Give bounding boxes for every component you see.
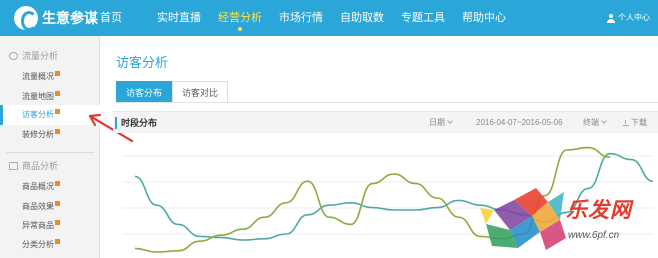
sidebar-item-label: 流量概况 bbox=[22, 72, 54, 81]
new-badge bbox=[55, 201, 60, 206]
top-nav-bar: 生意参谋 首页 实时直播 经营分析 市场行情 自助取数 专题工具 帮助中心 个人… bbox=[0, 0, 658, 36]
box-icon bbox=[9, 162, 18, 170]
sidebar-item-label: 商品效果 bbox=[22, 202, 54, 211]
download-label: 下载 bbox=[631, 118, 647, 127]
sidebar-item-product-overview[interactable]: 商品概况 bbox=[0, 177, 100, 197]
new-badge bbox=[55, 239, 60, 244]
new-badge bbox=[55, 109, 60, 114]
sidebar-item-product-effect[interactable]: 商品效果 bbox=[0, 197, 100, 217]
user-menu[interactable]: 个人中心 bbox=[607, 0, 650, 36]
sidebar: 流量分析 流量概况 流量地图 访客分析 装修分析 商品分析 商品概况 商品效果 … bbox=[0, 36, 100, 258]
tab-divider bbox=[116, 102, 658, 103]
device-selector[interactable]: 终端 bbox=[583, 112, 607, 134]
tab-visitor-comparison[interactable]: 访客对比 bbox=[172, 81, 229, 103]
sidebar-group-label: 商品分析 bbox=[22, 161, 59, 171]
sidebar-item-category-analysis[interactable]: 分类分析 bbox=[0, 235, 100, 255]
download-icon bbox=[623, 120, 629, 126]
user-icon bbox=[607, 13, 615, 23]
sidebar-item-traffic-map[interactable]: 流量地图 bbox=[0, 87, 100, 107]
main-nav: 首页 实时直播 经营分析 市场行情 自助取数 专题工具 帮助中心 bbox=[100, 0, 506, 36]
user-menu-label: 个人中心 bbox=[618, 13, 650, 22]
watermark-url: www.6pf.cn bbox=[568, 230, 620, 241]
sidebar-divider bbox=[6, 152, 94, 153]
date-range: 2016-04-07~2016-05-06 bbox=[476, 118, 563, 127]
sidebar-group-label: 流量分析 bbox=[22, 51, 59, 61]
sidebar-item-abnormal-products[interactable]: 异常商品 bbox=[0, 216, 100, 236]
watermark-text: 乐发网 bbox=[566, 199, 632, 222]
nav-item-help[interactable]: 帮助中心 bbox=[462, 0, 506, 36]
sidebar-item-label: 分类分析 bbox=[22, 240, 54, 249]
panel-title: 时段分布 bbox=[121, 118, 158, 128]
nav-item-tools[interactable]: 专题工具 bbox=[401, 0, 445, 36]
tab-visitor-distribution[interactable]: 访客分布 bbox=[116, 81, 173, 103]
date-label: 日期 bbox=[429, 118, 445, 127]
sidebar-item-label: 访客分析 bbox=[22, 110, 54, 119]
sidebar-group-product[interactable]: 商品分析 bbox=[0, 156, 100, 176]
nav-item-market[interactable]: 市场行情 bbox=[279, 0, 323, 36]
nav-item-home[interactable]: 首页 bbox=[100, 0, 122, 36]
nav-item-live[interactable]: 实时直播 bbox=[157, 0, 201, 36]
panel-header: 时段分布 日期 2016-04-07~2016-05-06 终端 下载 bbox=[113, 111, 658, 133]
logo-icon bbox=[14, 6, 38, 31]
sidebar-group-traffic[interactable]: 流量分析 bbox=[0, 46, 100, 66]
chevron-down-icon bbox=[601, 118, 607, 124]
new-badge bbox=[55, 129, 60, 134]
panel-accent-bar bbox=[115, 117, 117, 129]
sidebar-item-label: 异常商品 bbox=[22, 221, 54, 230]
new-badge bbox=[55, 181, 60, 186]
sidebar-item-label: 流量地图 bbox=[22, 92, 54, 101]
logo-text: 生意参谋 bbox=[42, 10, 98, 26]
logo[interactable]: 生意参谋 bbox=[14, 6, 98, 31]
sidebar-item-label: 商品概况 bbox=[22, 182, 54, 191]
sidebar-item-label: 装修分析 bbox=[22, 130, 54, 139]
nav-item-business-analysis[interactable]: 经营分析 bbox=[218, 0, 262, 36]
new-badge bbox=[55, 71, 60, 76]
page-title: 访客分析 bbox=[116, 55, 169, 70]
nav-item-self-service[interactable]: 自助取数 bbox=[340, 0, 384, 36]
new-badge bbox=[55, 91, 60, 96]
download-button[interactable]: 下载 bbox=[623, 112, 647, 134]
eye-icon bbox=[9, 52, 18, 60]
new-badge bbox=[55, 220, 60, 225]
chevron-down-icon bbox=[447, 118, 453, 124]
device-label: 终端 bbox=[583, 118, 599, 127]
date-selector[interactable]: 日期 bbox=[429, 112, 453, 134]
sidebar-item-traffic-overview[interactable]: 流量概况 bbox=[0, 67, 100, 87]
tab-bar: 访客分布 访客对比 bbox=[116, 81, 229, 103]
